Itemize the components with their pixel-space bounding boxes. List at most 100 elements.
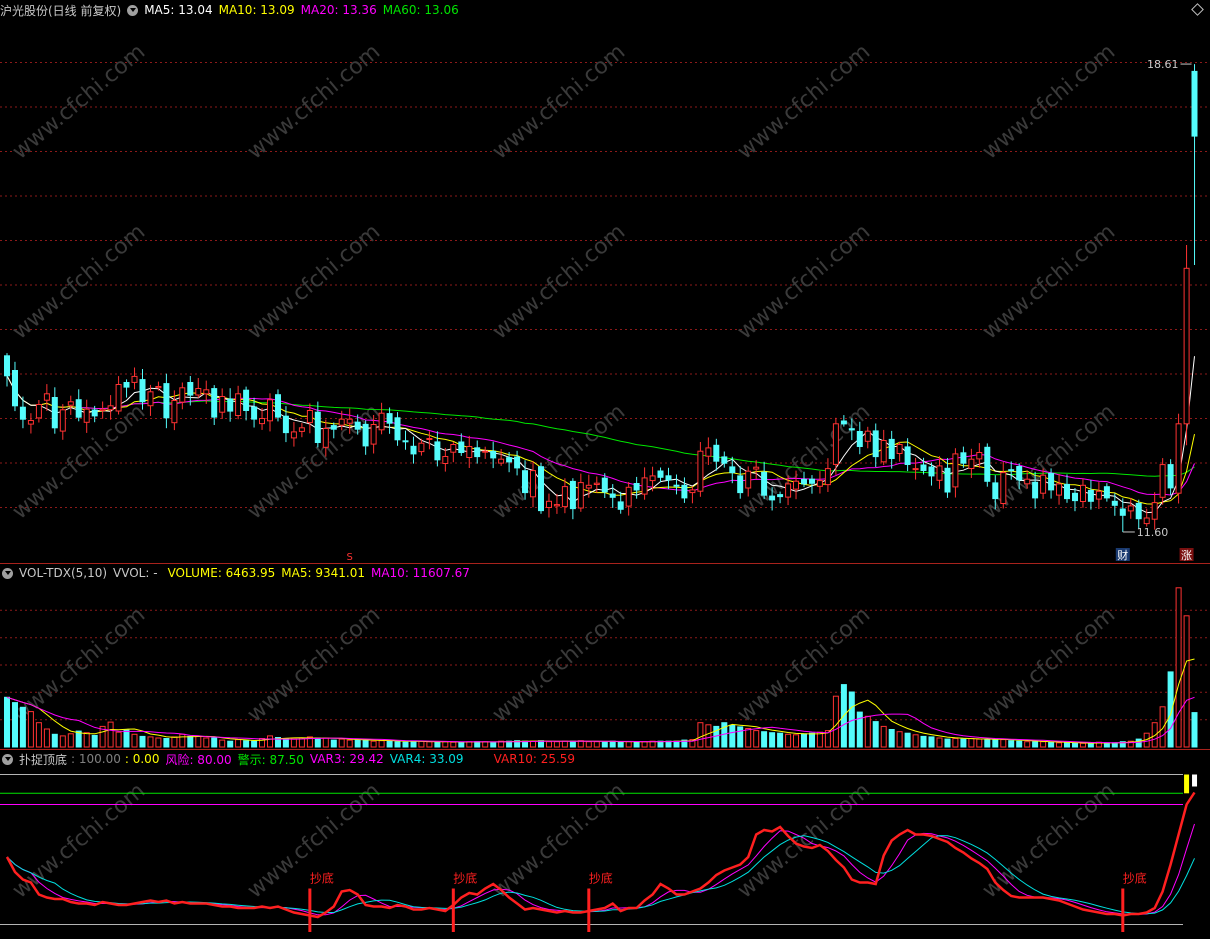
candle-body — [1087, 489, 1094, 502]
candle-body — [322, 428, 329, 448]
candle-body — [1072, 492, 1078, 502]
var3-readout: VAR3: 29.42 — [309, 752, 384, 766]
price-header: 沪光股份(日线 前复权) MA5: 13.04 MA10: 13.09 MA20… — [0, 0, 465, 20]
volume-bar — [936, 737, 943, 748]
volume-bar — [553, 741, 560, 748]
volume-bar — [187, 735, 194, 748]
candle-body — [298, 427, 305, 432]
candle-body — [386, 413, 393, 424]
candle-body — [1127, 505, 1134, 512]
volume-bar — [1032, 741, 1039, 748]
price-chart-canvas[interactable]: www.cfchi.com www.cfchi.com www.cfchi.com w… — [0, 0, 1210, 563]
candle-body — [19, 406, 26, 420]
candle-body — [601, 477, 608, 493]
candle-body — [354, 421, 361, 430]
candle-body — [840, 420, 847, 425]
candle-body — [131, 375, 138, 383]
buy-signal-label: 抄底 — [453, 871, 477, 886]
candle-body — [944, 467, 951, 493]
volume-bar — [354, 739, 361, 748]
indicator-menu-icon[interactable] — [2, 753, 13, 765]
event-zhang-marker: 涨 — [1181, 549, 1192, 562]
volume-bar — [330, 739, 337, 748]
volume-bar — [107, 721, 114, 748]
volume-bar — [832, 695, 839, 748]
volume-bar — [809, 732, 815, 748]
volume-bar — [27, 711, 34, 748]
candle-body — [91, 409, 98, 417]
candle-body — [59, 409, 66, 432]
volume-bar — [243, 740, 250, 748]
candle-body — [569, 480, 576, 510]
volume-bar — [282, 738, 289, 748]
volume-bar — [984, 739, 991, 748]
warn-readout: 警示: 87.50 — [237, 752, 304, 767]
volume-bar — [338, 738, 345, 748]
volume-bar — [195, 735, 202, 748]
candle-body — [418, 442, 425, 453]
volume-bar — [864, 715, 871, 748]
candle-body — [522, 470, 528, 494]
volume-bar — [450, 741, 457, 748]
candle-body — [187, 382, 194, 396]
volume-bar — [1016, 740, 1023, 748]
watermark-text: www.cfchi.com — [488, 602, 630, 727]
volume-bar — [1151, 722, 1158, 748]
high-price-label: 18.61 — [1147, 58, 1179, 71]
stock-title[interactable]: 沪光股份(日线 前复权) — [0, 2, 121, 19]
volume-pane[interactable]: www.cfchi.com www.cfchi.com www.cfchi.com w… — [0, 563, 1210, 749]
price-pane[interactable]: www.cfchi.com www.cfchi.com www.cfchi.com w… — [0, 0, 1210, 563]
volume-chart-canvas[interactable]: www.cfchi.com www.cfchi.com www.cfchi.com w… — [0, 563, 1210, 749]
candle-body — [1000, 472, 1007, 505]
candle-body — [27, 420, 34, 425]
indicator-menu-icon[interactable] — [127, 4, 139, 16]
candle-body — [506, 457, 513, 463]
candle-body — [761, 471, 768, 496]
candle-body — [968, 458, 975, 470]
volume-title[interactable]: VOL-TDX(5,10) — [19, 566, 107, 580]
candle-body — [203, 389, 210, 395]
indicator-pane[interactable]: www.cfchi.com www.cfchi.com www.cfchi.com w… — [0, 749, 1210, 935]
candle-body — [1095, 490, 1102, 500]
volume-bar — [904, 732, 911, 748]
candle-body — [211, 388, 218, 418]
volume-bar — [952, 738, 959, 748]
candle-body — [51, 397, 58, 429]
candle-body — [553, 504, 560, 507]
candle-body — [43, 393, 50, 401]
candle-body — [769, 495, 776, 501]
candle-body — [330, 425, 337, 430]
candle-body — [984, 446, 991, 482]
candle-body — [872, 430, 879, 458]
event-cai-marker: 财 — [1117, 548, 1128, 562]
candle-body — [721, 456, 728, 464]
volume-bar — [785, 733, 792, 748]
volume-bar — [880, 725, 887, 748]
candle-body — [338, 418, 345, 426]
candle-body — [12, 370, 18, 407]
candle-body — [546, 500, 552, 508]
volume-bar — [474, 741, 481, 748]
candle-body — [880, 440, 887, 463]
volume-bar — [418, 740, 425, 748]
volume-bar — [267, 735, 273, 748]
volume-bar — [362, 739, 369, 748]
indicator-title[interactable]: 扑捉顶底 — [19, 751, 67, 768]
indicator-menu-icon[interactable] — [2, 567, 13, 579]
volume-bar — [673, 740, 680, 748]
volume-header: VOL-TDX(5,10) VVOL: - VOLUME: 6463.95 MA… — [0, 563, 476, 583]
candle-body — [1040, 474, 1047, 494]
candle-body — [35, 404, 42, 419]
volume-bar — [530, 740, 536, 748]
volume-bar — [123, 729, 130, 748]
candle-body — [960, 452, 967, 464]
volume-bar — [976, 738, 983, 748]
candle-body — [530, 470, 536, 498]
volume-bar — [115, 731, 122, 748]
volume-bar — [163, 738, 170, 748]
watermark-text: www.cfchi.com — [8, 39, 150, 164]
candle-body — [179, 387, 186, 403]
candle-body — [649, 475, 656, 482]
indicator-chart-canvas[interactable]: www.cfchi.com www.cfchi.com www.cfchi.com w… — [0, 749, 1210, 935]
candle-body — [745, 470, 752, 489]
